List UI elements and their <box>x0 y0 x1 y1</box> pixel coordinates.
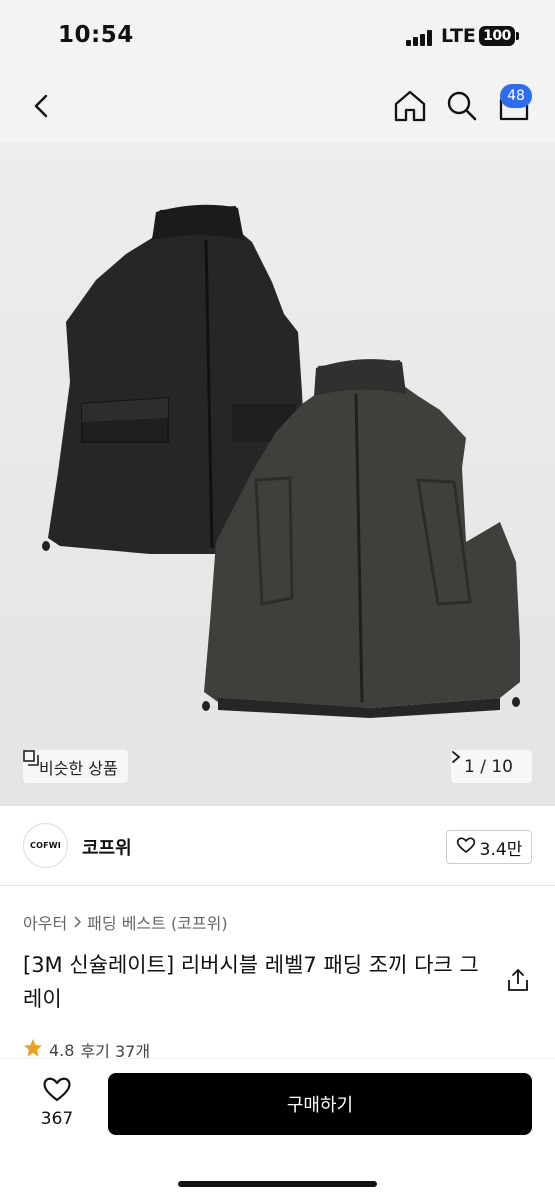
heart-icon <box>456 836 476 859</box>
nav-bar: 48 <box>0 72 555 142</box>
bottom-action-bar: 367 구매하기 <box>0 1058 555 1200</box>
chevron-right-icon <box>73 913 82 932</box>
battery-tip <box>516 32 519 40</box>
heart-icon <box>42 1075 72 1107</box>
home-icon[interactable] <box>390 86 430 126</box>
brand-name[interactable]: 코프위 <box>82 834 132 860</box>
breadcrumb: 아우터 패딩 베스트 (코프위) <box>23 910 228 934</box>
search-icon[interactable] <box>442 86 482 126</box>
buy-button-label: 구매하기 <box>286 1095 354 1116</box>
similar-products-label: 비슷한 상품 <box>39 758 118 778</box>
home-indicator <box>178 1181 377 1187</box>
breadcrumb-item[interactable]: 패딩 베스트 (코프위) <box>87 910 227 934</box>
chevron-left-icon[interactable] <box>24 88 60 124</box>
brand-like-button[interactable]: 3.4만 <box>446 830 532 864</box>
image-pager-button[interactable]: 1 / 10 <box>451 750 532 783</box>
brand-logo[interactable]: COFWI <box>23 823 68 868</box>
product-image <box>42 204 520 718</box>
wishlist-count: 367 <box>40 1109 74 1129</box>
buy-button[interactable]: 구매하기 <box>108 1073 532 1135</box>
battery-icon: 100 <box>479 26 515 46</box>
cart-count-badge: 48 <box>500 84 532 108</box>
brand-like-count: 3.4만 <box>479 839 523 860</box>
similar-products-button[interactable]: 비슷한 상품 <box>23 750 128 783</box>
share-icon[interactable] <box>504 966 532 994</box>
image-pager-label: 1 / 10 <box>464 756 513 777</box>
rating-value: 4.8 <box>49 1040 75 1060</box>
status-time: 10:54 <box>58 22 134 48</box>
breadcrumb-item[interactable]: 아우터 <box>23 910 67 934</box>
brand-row: COFWI 코프위 3.4만 <box>0 806 555 886</box>
wishlist-button[interactable]: 367 <box>22 1075 92 1145</box>
product-title: [3M 신슐레이트] 리버시블 레벨7 패딩 조끼 다크 그레이 <box>23 953 479 1011</box>
signal-icon <box>406 30 436 46</box>
network-label: LTE <box>441 25 476 47</box>
product-image-gallery[interactable]: 비슷한 상품 1 / 10 <box>0 142 555 806</box>
status-bar: 10:54 LTE 100 <box>0 0 555 72</box>
